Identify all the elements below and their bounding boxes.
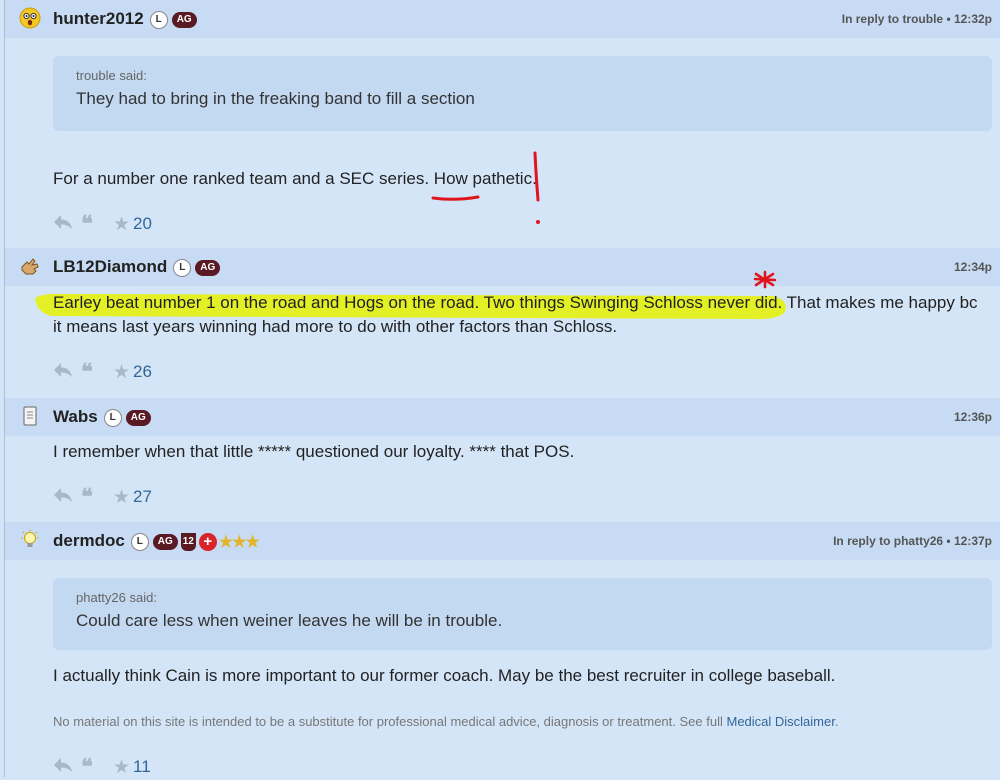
- badge-l: L: [149, 10, 168, 29]
- post-wabs: Wabs L AG 12:36p I remember when that litt…: [5, 398, 1000, 522]
- quote-icon[interactable]: ❝: [81, 359, 109, 385]
- quote-author[interactable]: phatty26 said:: [76, 590, 157, 605]
- star-icon[interactable]: ★: [113, 486, 130, 509]
- star-icon[interactable]: ★: [113, 213, 130, 236]
- disclaimer-text: No material on this site is intended to …: [53, 714, 723, 729]
- post-lb12diamond: LB12Diamond L AG 12:34p Earley beat number…: [5, 248, 1000, 398]
- post-actions: ❝ ★ 27: [53, 484, 152, 509]
- username[interactable]: LB12Diamond L AG: [53, 257, 221, 277]
- medical-disclaimer-link[interactable]: Medical Disclaimer: [726, 714, 834, 729]
- post-meta[interactable]: 12:36p: [954, 410, 992, 424]
- post-text: For a number one ranked team and a SEC s…: [53, 169, 537, 188]
- quote-text: They had to bring in the freaking band t…: [76, 89, 475, 108]
- notepad-icon[interactable]: [19, 405, 41, 427]
- quote-text: Could care less when weiner leaves he wi…: [76, 611, 503, 630]
- badge-ag: AG: [125, 409, 151, 426]
- star-count: 27: [133, 487, 152, 506]
- badge-cross: +: [198, 532, 217, 551]
- post-actions: ❝ ★ 26: [53, 359, 152, 384]
- username[interactable]: Wabs L AG: [53, 407, 151, 427]
- reply-icon[interactable]: [53, 214, 75, 235]
- star-count: 26: [133, 362, 152, 381]
- badge-l: L: [103, 408, 122, 427]
- post-meta[interactable]: In reply to phatty26 • 12:37p: [833, 534, 992, 548]
- lightbulb-icon[interactable]: [19, 529, 41, 551]
- post-actions: ❝ ★ 20: [53, 211, 152, 236]
- post-hunter2012: hunter2012 L AG In reply to trouble • 12:3…: [5, 0, 1000, 248]
- post-meta[interactable]: In reply to trouble • 12:32p: [842, 12, 992, 26]
- reply-icon[interactable]: [53, 362, 75, 383]
- quote-block: trouble said: They had to bring in the f…: [53, 56, 992, 131]
- hand-icon[interactable]: [19, 255, 41, 277]
- quote-icon[interactable]: ❝: [81, 484, 109, 510]
- username-text[interactable]: Wabs: [53, 407, 98, 426]
- username-text[interactable]: hunter2012: [53, 9, 144, 28]
- username[interactable]: dermdoc L AG 12 + ★★★: [53, 531, 260, 552]
- quote-icon[interactable]: ❝: [81, 754, 109, 780]
- reply-icon[interactable]: [53, 757, 75, 778]
- disclaimer: No material on this site is intended to …: [53, 714, 838, 729]
- post-text: Earley beat number 1 on the road and Hog…: [53, 293, 978, 336]
- post-text: I actually think Cain is more important …: [53, 666, 836, 685]
- username[interactable]: hunter2012 L AG: [53, 9, 197, 29]
- badge-ag: AG: [152, 533, 178, 550]
- post-dermdoc: dermdoc L AG 12 + ★★★ In reply to phatty26 • …: [5, 522, 1000, 779]
- post-header: [5, 398, 1000, 436]
- badge-ag: AG: [195, 259, 221, 276]
- quote-block: phatty26 said: Could care less when wein…: [53, 578, 992, 650]
- quote-icon[interactable]: ❝: [81, 211, 109, 237]
- username-text[interactable]: dermdoc: [53, 531, 125, 550]
- star-icon[interactable]: ★: [113, 361, 130, 384]
- badge-l: L: [130, 532, 149, 551]
- star-icon[interactable]: ★: [113, 756, 130, 779]
- disclaimer-end: .: [834, 714, 839, 729]
- star-count: 20: [133, 214, 152, 233]
- badge-ag: AG: [171, 11, 197, 28]
- badge-12: 12: [180, 532, 196, 551]
- post-text: I remember when that little ***** questi…: [53, 442, 575, 461]
- post-meta[interactable]: 12:34p: [954, 260, 992, 274]
- post-actions: ❝ ★ 11: [53, 754, 151, 779]
- surprised-face-icon[interactable]: [19, 7, 41, 29]
- username-text[interactable]: LB12Diamond: [53, 257, 167, 276]
- quote-author[interactable]: trouble said:: [76, 68, 147, 83]
- star-rating: ★★★: [218, 533, 260, 551]
- reply-icon[interactable]: [53, 487, 75, 508]
- star-count: 11: [133, 757, 151, 776]
- badge-l: L: [173, 258, 192, 277]
